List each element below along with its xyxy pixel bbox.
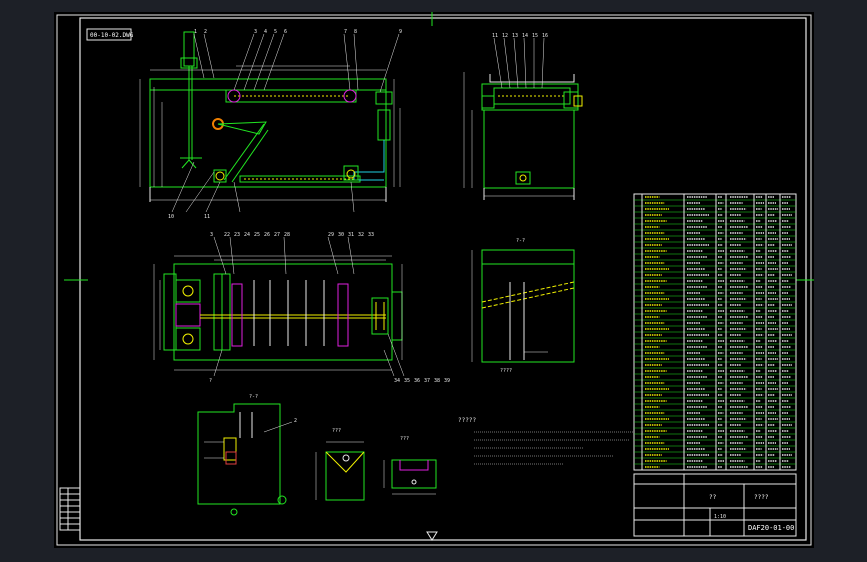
sheet-tag: 00-10-02.DWG xyxy=(86,28,134,41)
detail-view-mid1: ??? xyxy=(315,428,365,501)
part-label: 36 xyxy=(414,378,420,384)
section-label: ?-? xyxy=(516,238,525,244)
drawing-number: DAF20-01-00 xyxy=(748,524,794,532)
part-label: 30 xyxy=(338,232,344,238)
side-view xyxy=(463,37,583,200)
parts-list-table xyxy=(633,193,797,471)
plan-view-part-labels: 3 22 23 24 25 26 27 28 29 30 31 32 33 34… xyxy=(209,232,450,384)
part-label: 1 xyxy=(194,29,197,35)
section-view: ?-? ???? xyxy=(471,238,575,374)
part-label: 12 xyxy=(502,33,508,39)
part-label: 14 xyxy=(522,33,528,39)
section-caption: ???? xyxy=(500,368,512,374)
part-label: 25 xyxy=(254,232,260,238)
part-label: 27 xyxy=(274,232,280,238)
title-block-center: ?? xyxy=(709,494,717,501)
technical-notes: ????? xyxy=(458,417,634,465)
part-label: 26 xyxy=(264,232,270,238)
part-label: 4 xyxy=(264,29,267,35)
title-block: ?? ???? 1:10 DAF20-01-00 xyxy=(633,473,797,537)
part-label: 39 xyxy=(444,378,450,384)
part-label: 23 xyxy=(234,232,240,238)
drawing-sheet[interactable]: 00-10-02.DWG 1 2 3 4 5 6 7 8 9 10 11 11 … xyxy=(54,12,814,548)
part-label: 16 xyxy=(542,33,548,39)
detail-view-left: ?-? 2 xyxy=(197,394,297,516)
plan-view xyxy=(153,236,405,377)
part-label: 13 xyxy=(512,33,518,39)
outer-frame xyxy=(56,14,812,546)
title-block-scale: 1:10 xyxy=(714,514,726,520)
part-label: 34 xyxy=(394,378,400,384)
part-label: 6 xyxy=(284,29,287,35)
part-label: 22 xyxy=(224,232,230,238)
part-label: 38 xyxy=(434,378,440,384)
detail-label: ?-? xyxy=(249,394,258,400)
part-label: 11 xyxy=(204,214,210,220)
part-label: 28 xyxy=(284,232,290,238)
title-block-label: ???? xyxy=(754,494,769,501)
part-label: 35 xyxy=(404,378,410,384)
part-label: 3 xyxy=(210,232,213,238)
part-label: 24 xyxy=(244,232,250,238)
part-label: 9 xyxy=(399,29,402,35)
part-label: 2 xyxy=(204,29,207,35)
front-view-part-labels: 1 2 3 4 5 6 7 8 9 10 11 xyxy=(168,29,402,220)
part-label: 11 xyxy=(492,33,498,39)
centering-arrow-bottom xyxy=(426,531,438,541)
part-label: 15 xyxy=(532,33,538,39)
detail-label: ??? xyxy=(332,428,341,434)
notes-heading: ????? xyxy=(458,417,476,424)
part-label: 33 xyxy=(368,232,374,238)
engineering-drawing: 00-10-02.DWG 1 2 3 4 5 6 7 8 9 10 11 11 … xyxy=(56,12,814,546)
part-label: 5 xyxy=(274,29,277,35)
side-view-part-labels: 11 12 13 14 15 16 xyxy=(492,33,548,39)
sheet-tag-text: 00-10-02.DWG xyxy=(90,32,134,39)
revision-block xyxy=(59,487,81,531)
view-label: ? xyxy=(209,378,212,384)
part-label: 29 xyxy=(328,232,334,238)
front-view xyxy=(139,31,401,213)
detail-view-mid2: ??? xyxy=(383,436,437,495)
part-label: 7 xyxy=(344,29,347,35)
part-label: 32 xyxy=(358,232,364,238)
cad-viewer-canvas[interactable]: 00-10-02.DWG 1 2 3 4 5 6 7 8 9 10 11 11 … xyxy=(0,0,867,562)
part-label: 37 xyxy=(424,378,430,384)
detail-label: ??? xyxy=(400,436,409,442)
part-label: 10 xyxy=(168,214,174,220)
svg-text:2: 2 xyxy=(294,418,297,424)
part-label: 8 xyxy=(354,29,357,35)
part-label: 3 xyxy=(254,29,257,35)
part-label: 31 xyxy=(348,232,354,238)
